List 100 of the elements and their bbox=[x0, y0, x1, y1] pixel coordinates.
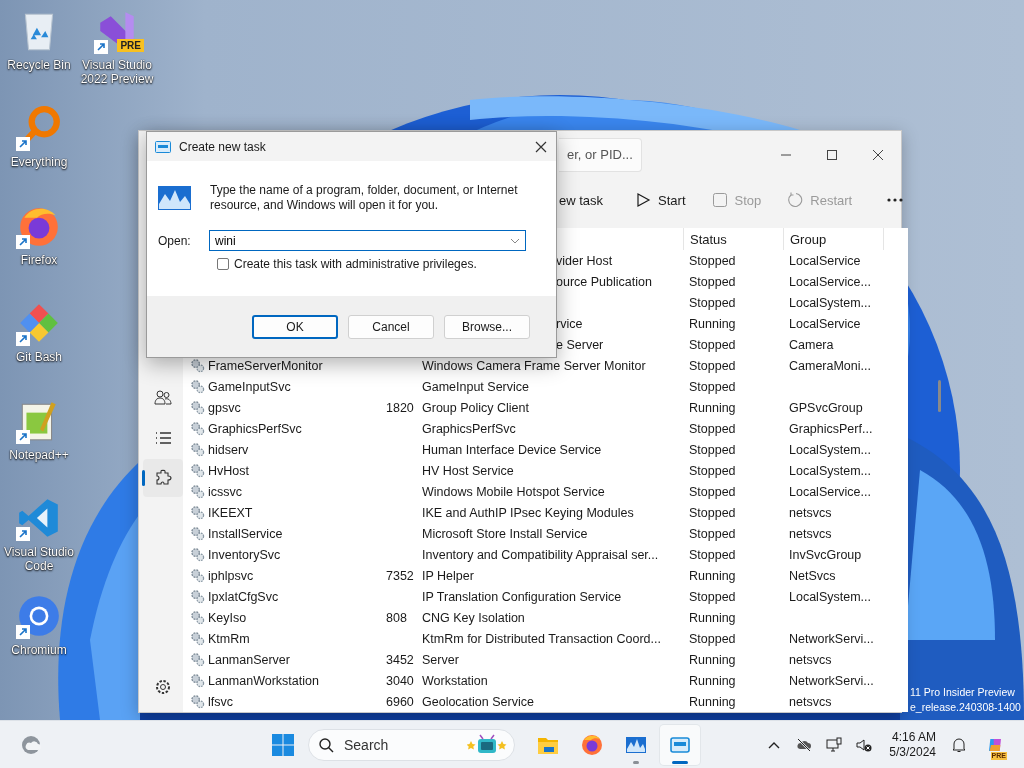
dialog-button[interactable]: Cancel bbox=[348, 314, 434, 339]
gears-icon bbox=[190, 463, 205, 478]
table-cell: netsvcs bbox=[789, 526, 832, 541]
table-cell: Running bbox=[689, 694, 736, 709]
dialog-button[interactable]: OK bbox=[252, 314, 338, 339]
table-cell: GameInput Service bbox=[422, 379, 529, 394]
scrollbar-thumb[interactable] bbox=[938, 380, 941, 412]
table-cell: HvHost bbox=[208, 463, 249, 478]
table-cell: Geolocation Service bbox=[422, 694, 534, 709]
table-cell: KtmRm bbox=[208, 631, 250, 646]
table-cell: LocalService bbox=[789, 253, 861, 268]
speaker-muted-icon bbox=[856, 736, 873, 753]
table-cell: Running bbox=[689, 400, 736, 415]
play-icon bbox=[635, 192, 652, 208]
table-cell: vider Host bbox=[556, 253, 613, 268]
table-cell: netsvcs bbox=[789, 652, 832, 667]
table-cell: LocalService... bbox=[789, 274, 871, 289]
table-cell: Stopped bbox=[689, 463, 736, 478]
table-cell: 7352 bbox=[386, 568, 414, 583]
nav-item[interactable] bbox=[143, 459, 183, 497]
settings-icon bbox=[154, 678, 172, 696]
table-cell: IP Translation Configuration Service bbox=[422, 589, 622, 604]
chart-window-icon bbox=[158, 186, 191, 210]
maximize-icon bbox=[826, 148, 838, 161]
search-field[interactable]: er, or PID... bbox=[559, 137, 642, 172]
window-icon bbox=[155, 140, 171, 153]
column-header[interactable]: Status bbox=[683, 228, 783, 250]
table-cell: icssvc bbox=[208, 484, 243, 499]
table-cell: Stopped bbox=[689, 253, 736, 268]
open-combo-box[interactable]: wini bbox=[209, 230, 526, 251]
table-cell: Stopped bbox=[689, 505, 736, 520]
puzzle-icon bbox=[154, 469, 172, 487]
table-cell: HV Host Service bbox=[422, 463, 514, 478]
dialog-title: Create new task bbox=[179, 139, 266, 154]
table-cell: GPSvcGroup bbox=[789, 400, 863, 415]
clock-time: 4:16 AM bbox=[891, 729, 936, 745]
table-cell: 3452 bbox=[386, 652, 414, 667]
gears-icon bbox=[190, 610, 205, 625]
table-cell: NetworkServi... bbox=[789, 631, 874, 646]
table-cell: KeyIso bbox=[208, 610, 247, 625]
table-cell: 1820 bbox=[386, 400, 414, 415]
chevron-down-icon bbox=[510, 238, 520, 244]
table-cell: LocalSystem... bbox=[789, 589, 871, 604]
search-field[interactable]: Search bbox=[308, 728, 515, 761]
table-cell: hidserv bbox=[208, 442, 249, 457]
table-cell: Stopped bbox=[689, 589, 736, 604]
gears-icon bbox=[190, 484, 205, 499]
table-cell: Stopped bbox=[689, 337, 736, 352]
windows-logo-icon bbox=[271, 732, 295, 757]
gears-icon bbox=[190, 673, 205, 688]
table-cell: Running bbox=[689, 568, 736, 583]
toolbar-button[interactable]: ew task bbox=[553, 188, 610, 212]
clock-date: 5/3/2024 bbox=[889, 744, 936, 760]
gears-icon bbox=[190, 652, 205, 667]
table-cell: GraphicsPerf... bbox=[789, 421, 873, 436]
table-cell: NetSvcs bbox=[789, 568, 836, 583]
dialog-button[interactable]: Browse... bbox=[444, 314, 530, 339]
gears-icon bbox=[190, 568, 205, 583]
desktop-shortcut[interactable]: PRE Visual Studio 2022 Preview bbox=[78, 8, 156, 86]
table-cell: Human Interface Device Service bbox=[422, 442, 602, 457]
table-cell: Inventory and Compatibility Appraisal ser... bbox=[422, 547, 659, 562]
toolbar-button[interactable]: Start bbox=[629, 188, 692, 212]
table-cell: Stopped bbox=[689, 547, 736, 562]
bell-icon bbox=[951, 736, 967, 753]
gears-icon bbox=[190, 421, 205, 436]
table-cell: Stopped bbox=[689, 526, 736, 541]
column-header[interactable]: Group bbox=[783, 228, 883, 250]
stop-icon bbox=[711, 192, 728, 208]
preview-badge: PRE bbox=[117, 39, 144, 52]
version-text: e_release.240308-1400 bbox=[910, 700, 1021, 715]
admin-checkbox[interactable] bbox=[217, 258, 229, 270]
table-cell: GameInputSvc bbox=[208, 379, 291, 394]
checkbox-label: Create this task with administrative privileges. bbox=[234, 257, 477, 271]
open-label: Open: bbox=[158, 233, 192, 248]
table-cell: Running bbox=[689, 610, 736, 625]
table-cell: Microsoft Store Install Service bbox=[422, 526, 588, 541]
gears-icon bbox=[190, 694, 205, 709]
table-cell: Stopped bbox=[689, 295, 736, 310]
table-cell: IP Helper bbox=[422, 568, 474, 583]
table-cell: IKE and AuthIP IPsec Keying Modules bbox=[422, 505, 634, 520]
taskbar-app[interactable] bbox=[660, 724, 700, 765]
gears-icon bbox=[190, 526, 205, 541]
gears-icon bbox=[190, 379, 205, 394]
table-cell: LocalSystem... bbox=[789, 295, 871, 310]
table-cell: 6960 bbox=[386, 694, 414, 709]
table-cell: FrameServerMonitor bbox=[208, 358, 323, 373]
list-icon bbox=[154, 429, 172, 447]
table-cell: CameraMoni... bbox=[789, 358, 871, 373]
table-cell: GraphicsPerfSvc bbox=[422, 421, 516, 436]
gears-icon bbox=[190, 358, 205, 373]
monitor-icon bbox=[826, 736, 843, 753]
clock[interactable]: 4:16 AM 5/3/2024 bbox=[879, 729, 944, 760]
gears-icon bbox=[190, 400, 205, 415]
table-cell: 808 bbox=[386, 610, 407, 625]
table-cell: Stopped bbox=[689, 379, 736, 394]
table-cell: iphlpsvc bbox=[208, 568, 254, 583]
table-cell: 3040 bbox=[386, 673, 414, 688]
gears-icon bbox=[190, 442, 205, 457]
table-cell: GraphicsPerfSvc bbox=[208, 421, 302, 436]
table-cell: LanmanWorkstation bbox=[208, 673, 319, 688]
